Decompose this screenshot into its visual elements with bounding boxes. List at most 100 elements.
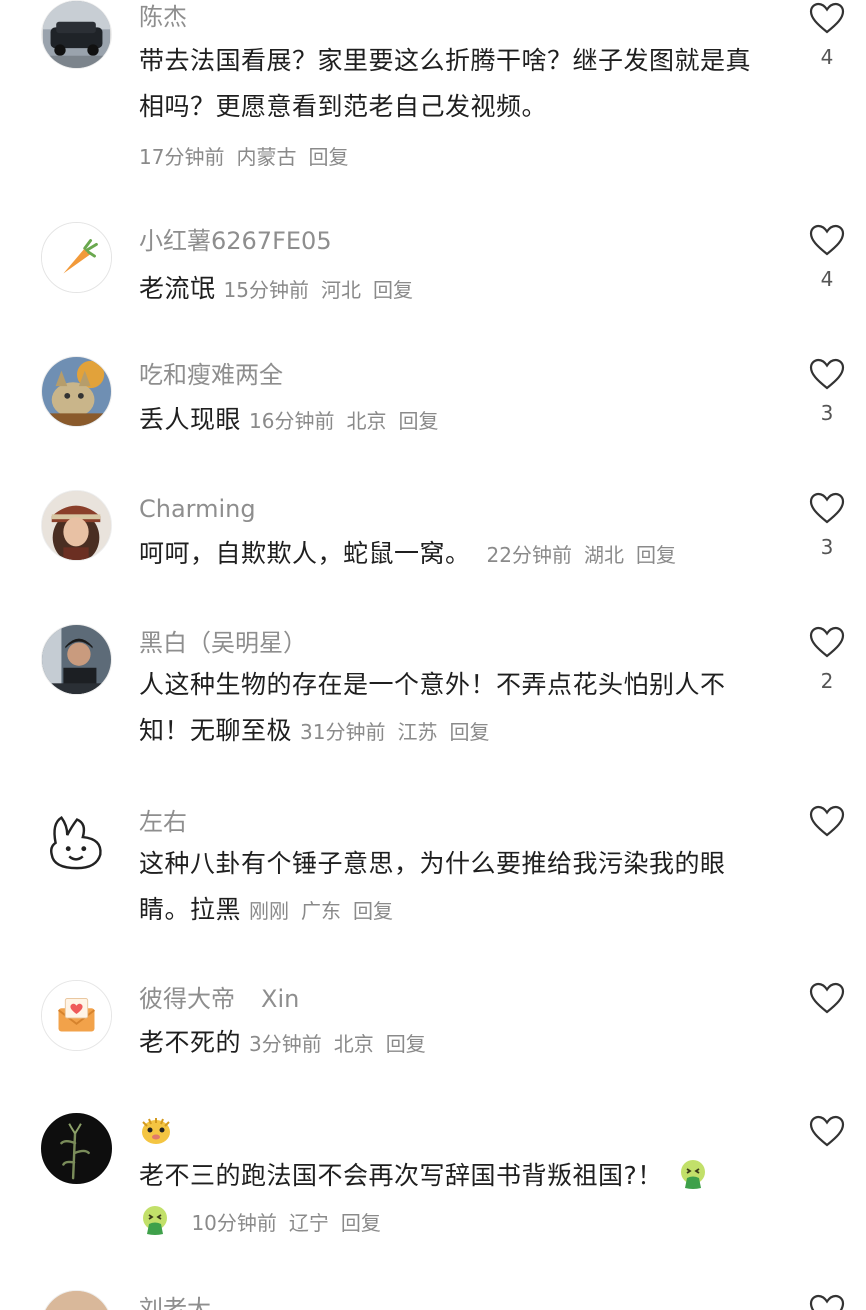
comment-time: 刚刚 — [249, 899, 290, 923]
comment-location: 江苏 — [397, 720, 438, 744]
comment-author[interactable]: 黑白（吴明星） — [139, 626, 307, 660]
comment-meta: 15分钟前 河北 回复 — [224, 278, 413, 302]
comment-author[interactable]: 陈杰 — [139, 0, 187, 34]
pufferfish-emoji-icon — [142, 1118, 170, 1144]
heart-icon — [809, 1294, 845, 1310]
comment-text: 呵呵，自欺欺人，蛇鼠一窝。 — [139, 539, 471, 568]
reply-button[interactable]: 回复 — [353, 899, 393, 923]
user-avatar[interactable] — [41, 803, 112, 874]
woman-portrait-avatar-icon — [42, 491, 111, 560]
comment-text: 这种八卦有个锤子意思，为什么要推给我污染我的眼睛。拉黑 — [139, 849, 726, 924]
like-button[interactable] — [805, 805, 849, 837]
comment-meta: 22分钟前 湖北 回复 — [487, 543, 676, 567]
comment-meta: 刚刚 广东 回复 — [249, 899, 393, 923]
comment-body: 老不死的 3分钟前 北京 回复 — [139, 1020, 769, 1067]
comment-time: 22分钟前 — [486, 543, 572, 567]
reply-button[interactable]: 回复 — [386, 1032, 426, 1056]
comment-item: 刘老大 — [0, 1290, 866, 1310]
comment-time: 31分钟前 — [300, 720, 386, 744]
like-button[interactable]: 2 — [805, 626, 849, 692]
comment-location: 河北 — [320, 278, 361, 302]
like-count: 4 — [820, 45, 834, 69]
comment-author[interactable]: 左右 — [139, 805, 187, 839]
comment-location: 北京 — [346, 409, 387, 433]
like-count: 2 — [820, 669, 834, 693]
comment-location: 辽宁 — [288, 1211, 329, 1235]
author-name: 彼得大帝 — [139, 985, 235, 1013]
user-avatar[interactable] — [41, 490, 112, 561]
comment-location: 湖北 — [583, 543, 624, 567]
comment-time: 10分钟前 — [191, 1211, 277, 1235]
bunny-doodle-avatar-icon — [42, 804, 111, 873]
man-photo-avatar-icon — [42, 625, 111, 694]
comment-meta: 3分钟前 北京 回复 — [249, 1032, 426, 1056]
like-button[interactable]: 4 — [805, 224, 849, 290]
heart-icon — [809, 805, 845, 837]
reply-button[interactable]: 回复 — [308, 145, 348, 169]
heart-icon — [809, 982, 845, 1014]
bamboo-dark-avatar-icon — [42, 1114, 111, 1183]
comment-author[interactable]: 小红薯6267FE05 — [139, 224, 332, 258]
like-button[interactable]: 3 — [805, 358, 849, 424]
comment-text: 丢人现眼 — [139, 405, 242, 434]
user-avatar[interactable] — [41, 356, 112, 427]
like-count: 3 — [820, 535, 834, 559]
comment-text: 老流氓 — [139, 274, 216, 303]
heart-icon — [809, 224, 845, 256]
comment-text: 带去法国看展？家里要这么折腾干啥？继子发图就是真相吗？更愿意看到范老自己发视频。 — [139, 46, 752, 121]
heart-icon — [809, 1115, 845, 1147]
comment-author[interactable] — [139, 1113, 175, 1147]
comment-meta: 16分钟前 北京 回复 — [249, 409, 438, 433]
comment-meta: 31分钟前 江苏 回复 — [300, 720, 489, 744]
user-avatar[interactable] — [41, 0, 112, 69]
reply-button[interactable]: 回复 — [373, 278, 413, 302]
partial-avatar-icon — [42, 1291, 111, 1310]
comment-body: 丢人现眼 16分钟前 北京 回复 — [139, 397, 769, 444]
comment-time: 16分钟前 — [249, 409, 335, 433]
reply-button[interactable]: 回复 — [449, 720, 489, 744]
comment-body: 带去法国看展？家里要这么折腾干啥？继子发图就是真相吗？更愿意看到范老自己发视频。… — [139, 38, 769, 180]
heart-icon — [809, 358, 845, 390]
user-avatar[interactable] — [41, 980, 112, 1051]
carrot-avatar-icon — [42, 223, 111, 292]
comment-body: 老不三的跑法国不会再次写辞国书背叛祖国?！ 10分钟前 辽宁 回复 — [139, 1153, 779, 1246]
comment-text: 老不三的跑法国不会再次写辞国书背叛祖国?！ — [139, 1161, 663, 1190]
comment-body: 人这种生物的存在是一个意外！不弄点花头怕别人不知！无聊至极 31分钟前 江苏 回复 — [139, 662, 769, 755]
comment-time: 17分钟前 — [139, 145, 225, 169]
user-avatar[interactable] — [41, 1113, 112, 1184]
cat-photo-avatar-icon — [42, 357, 111, 426]
like-button[interactable] — [805, 982, 849, 1014]
heart-icon — [809, 492, 845, 524]
like-count: 3 — [820, 401, 834, 425]
sick-face-emoji-icon — [681, 1160, 706, 1189]
reply-button[interactable]: 回复 — [636, 543, 676, 567]
user-avatar[interactable] — [41, 1290, 112, 1310]
comment-author[interactable]: 彼得大帝 Xin — [139, 982, 299, 1016]
reply-button[interactable]: 回复 — [341, 1211, 381, 1235]
comment-body: 呵呵，自欺欺人，蛇鼠一窝。 22分钟前 湖北 回复 — [139, 531, 769, 578]
envelope-heart-avatar-icon — [42, 981, 111, 1050]
user-avatar[interactable] — [41, 222, 112, 293]
comment-author[interactable]: 刘老大 — [139, 1292, 211, 1310]
like-button[interactable] — [805, 1294, 849, 1310]
comment-author[interactable]: Charming — [139, 492, 256, 526]
comment-location: 内蒙古 — [236, 145, 297, 169]
reply-button[interactable]: 回复 — [398, 409, 438, 433]
like-button[interactable] — [805, 1115, 849, 1147]
comment-location: 北京 — [333, 1032, 374, 1056]
comment-meta: 17分钟前 内蒙古 回复 — [139, 134, 769, 180]
user-avatar[interactable] — [41, 624, 112, 695]
comment-time: 3分钟前 — [249, 1032, 322, 1056]
car-photo-avatar-icon — [43, 1, 110, 68]
sick-face-emoji-icon — [143, 1206, 167, 1235]
heart-icon — [809, 2, 845, 34]
comment-body: 这种八卦有个锤子意思，为什么要推给我污染我的眼睛。拉黑 刚刚 广东 回复 — [139, 841, 769, 934]
comment-text: 老不死的 — [139, 1028, 242, 1057]
like-count: 4 — [820, 267, 834, 291]
comment-time: 15分钟前 — [223, 278, 309, 302]
comment-body: 老流氓 15分钟前 河北 回复 — [139, 266, 769, 313]
comment-author[interactable]: 吃和瘦难两全 — [139, 358, 283, 392]
comment-location: 广东 — [301, 899, 342, 923]
like-button[interactable]: 3 — [805, 492, 849, 558]
like-button[interactable]: 4 — [805, 2, 849, 68]
